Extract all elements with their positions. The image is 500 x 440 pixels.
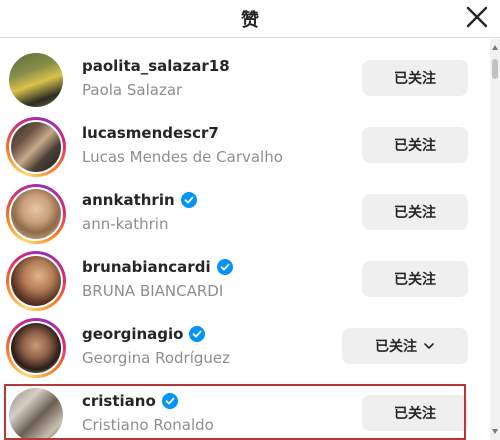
following-button-label: 已关注 [394, 205, 436, 221]
username-line: cristiano [82, 391, 178, 411]
full-name: ann-kathrin [82, 215, 169, 233]
username-link[interactable]: cristiano [82, 392, 156, 410]
following-button[interactable]: 已关注 [362, 127, 468, 163]
following-dropdown-button[interactable]: 已关注 [342, 328, 468, 364]
scroll-up-arrow-icon[interactable] [492, 45, 498, 50]
following-button-label: 已关注 [394, 138, 436, 154]
following-button-label: 已关注 [394, 406, 436, 422]
liker-row: annkathrin ann-kathrin 已关注 [0, 178, 490, 244]
close-icon [466, 6, 488, 28]
verified-badge-icon [180, 192, 197, 208]
liker-row: georginagio Georgina Rodríguez 已关注 [0, 312, 490, 378]
following-button[interactable]: 已关注 [362, 194, 468, 230]
username-link[interactable]: annkathrin [82, 191, 175, 209]
avatar-story-ring[interactable] [6, 117, 66, 177]
avatar[interactable] [6, 385, 66, 440]
liker-row: cristiano Cristiano Ronaldo 已关注 [0, 379, 490, 440]
likers-list[interactable]: paolita_salazar18 Paola Salazar 已关注 luca… [0, 39, 490, 440]
liker-row: brunabiancardi BRUNA BIANCARDI 已关注 [0, 245, 490, 311]
following-button-label: 已关注 [375, 339, 417, 355]
username-link[interactable]: brunabiancardi [82, 258, 211, 276]
username-line: annkathrin [82, 190, 197, 210]
scroll-thumb[interactable] [492, 59, 498, 79]
full-name: Paola Salazar [82, 81, 183, 99]
following-button-label: 已关注 [394, 71, 436, 87]
avatar-story-ring[interactable] [6, 251, 66, 311]
dialog-header: 赞 [0, 0, 500, 38]
username-line: lucasmendescr7 [82, 123, 219, 143]
username-line: paolita_salazar18 [82, 56, 230, 76]
full-name: Lucas Mendes de Carvalho [82, 148, 283, 166]
username-line: georginagio [82, 324, 206, 344]
close-button[interactable] [464, 4, 490, 30]
following-button[interactable]: 已关注 [362, 395, 468, 431]
full-name: BRUNA BIANCARDI [82, 282, 224, 300]
avatar[interactable] [6, 50, 66, 110]
avatar-story-ring[interactable] [6, 184, 66, 244]
avatar-story-ring[interactable] [6, 318, 66, 378]
chevron-down-icon [424, 343, 434, 349]
scrollbar[interactable] [490, 39, 500, 440]
username-link[interactable]: paolita_salazar18 [82, 57, 230, 75]
liker-row: paolita_salazar18 Paola Salazar 已关注 [0, 44, 490, 110]
username-line: brunabiancardi [82, 257, 233, 277]
verified-badge-icon [216, 259, 233, 275]
full-name: Georgina Rodríguez [82, 349, 231, 367]
following-button[interactable]: 已关注 [362, 261, 468, 297]
verified-badge-icon [189, 326, 206, 342]
username-link[interactable]: lucasmendescr7 [82, 124, 219, 142]
dialog-title: 赞 [241, 10, 259, 31]
following-button-label: 已关注 [394, 272, 436, 288]
full-name: Cristiano Ronaldo [82, 416, 214, 434]
following-button[interactable]: 已关注 [362, 60, 468, 96]
username-link[interactable]: georginagio [82, 325, 183, 343]
scroll-down-arrow-icon[interactable] [492, 429, 498, 434]
verified-badge-icon [161, 393, 178, 409]
liker-row: lucasmendescr7 Lucas Mendes de Carvalho … [0, 111, 490, 177]
likes-dialog: 赞 paolita_salazar18 Paola Salazar 已关注 lu… [0, 0, 500, 440]
